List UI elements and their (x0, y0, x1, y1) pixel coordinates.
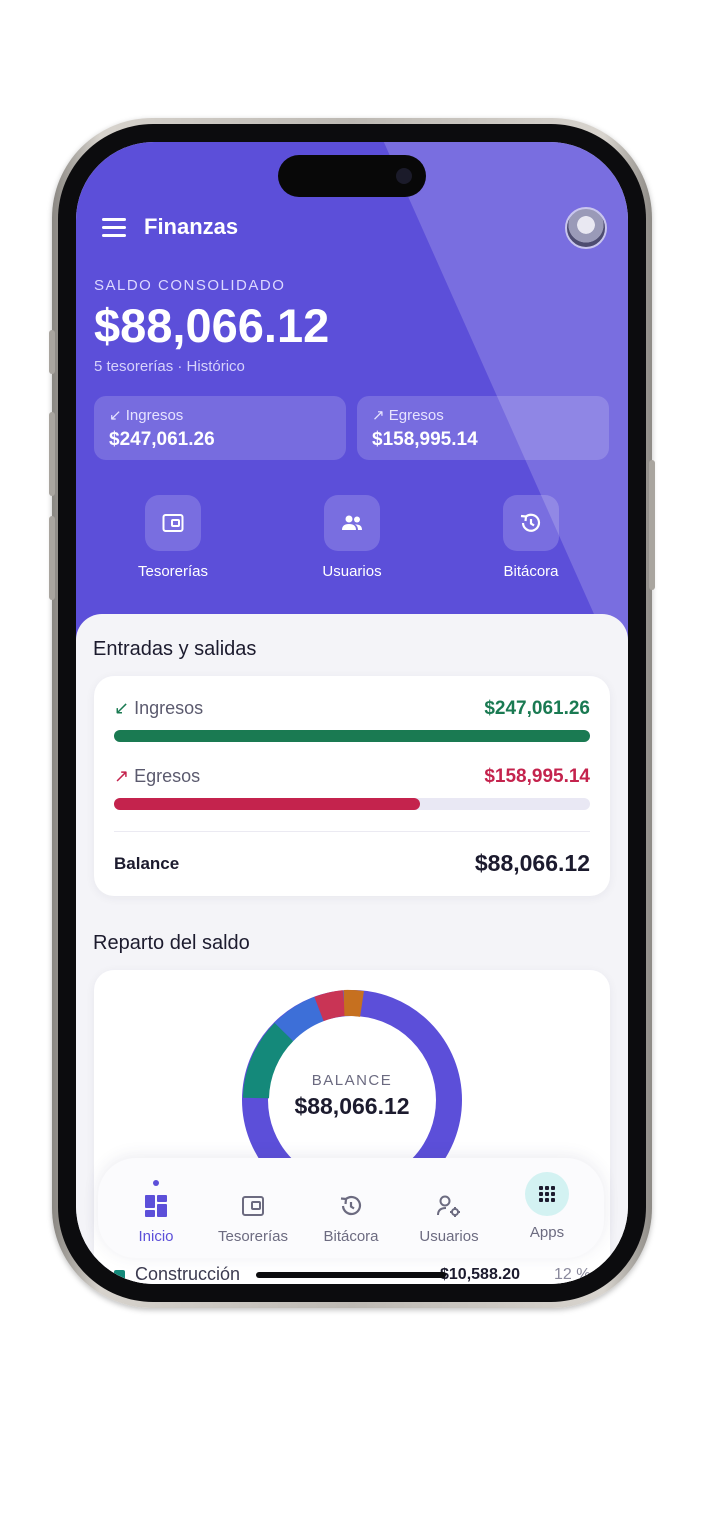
quick-action-label: Tesorerías (137, 563, 209, 580)
ingresos-bar-fill (114, 730, 590, 742)
flows-card: ↙ Ingresos $247,061.26 ↗ Egresos $158,99… (94, 676, 610, 896)
history-icon (503, 495, 559, 551)
app-title: Finanzas (144, 214, 239, 239)
volume-up-button (49, 412, 55, 496)
nav-item-tesorerias[interactable]: Tesorerías (208, 1190, 298, 1245)
dashboard-icon (140, 1190, 172, 1222)
legend-swatch (114, 1270, 125, 1281)
action-button (49, 330, 55, 374)
wallet-icon (145, 495, 201, 551)
balance-label: SALDO CONSOLIDADO (94, 277, 286, 294)
quick-action-bitacora[interactable]: Bitácora (471, 495, 591, 585)
legend-value: $10,588.20 (440, 1266, 521, 1283)
divider (114, 831, 590, 832)
balance-subtitle: 5 tesorerías · Histórico (94, 358, 245, 375)
quick-action-label: Bitácora (503, 563, 559, 580)
home-indicator (256, 1272, 446, 1278)
donut-center-label: BALANCE (311, 1072, 393, 1089)
donut-segment-blue (274, 996, 325, 1042)
users-icon (324, 495, 380, 551)
nav-item-usuarios[interactable]: Usuarios (404, 1190, 494, 1245)
donut-center-value: $88,066.12 (294, 1093, 410, 1119)
legend-name: Construcción (135, 1264, 241, 1284)
arrow-down-left-icon: ↙ (114, 698, 130, 718)
egresos-card[interactable]: ↗ Egresos $158,995.14 (357, 396, 609, 460)
wallet-icon (237, 1190, 269, 1222)
apps-grid-icon (525, 1172, 569, 1216)
ingresos-row-label: ↙ Ingresos (114, 698, 204, 718)
egresos-bar-fill (114, 798, 421, 810)
hero-header: Finanzas SALDO CONSOLIDADO $88,066.12 5 … (76, 142, 628, 802)
bottom-navigation: Inicio Tesorerías Bitácora Usuarios Apps (98, 1158, 604, 1258)
user-avatar[interactable] (565, 207, 607, 249)
balance-row-label: Balance (114, 854, 180, 873)
egresos-card-value: $158,995.14 (372, 429, 478, 450)
egresos-row-value: $158,995.14 (484, 766, 590, 787)
legend-percent: 12 % (554, 1266, 591, 1283)
volume-down-button (49, 516, 55, 600)
ingresos-card-label: ↙ Ingresos (109, 407, 184, 424)
balance-amount: $88,066.12 (94, 299, 330, 352)
ingresos-card[interactable]: ↙ Ingresos $247,061.26 (94, 396, 346, 460)
quick-action-usuarios[interactable]: Usuarios (292, 495, 412, 585)
active-indicator-dot (153, 1180, 159, 1186)
top-bar: Finanzas (102, 207, 607, 249)
donut-center: BALANCE $88,066.12 (252, 1072, 452, 1120)
donut-segment-orange (343, 989, 364, 1017)
nav-label: Tesorerías (217, 1228, 289, 1245)
dynamic-island (278, 155, 426, 197)
ingresos-card-value: $247,061.26 (109, 429, 215, 450)
user-settings-icon (433, 1190, 465, 1222)
nav-label: Apps (529, 1224, 565, 1241)
nav-label: Bitácora (323, 1228, 379, 1245)
hamburger-menu-icon[interactable] (102, 218, 126, 237)
balance-row-value: $88,066.12 (474, 850, 590, 876)
power-button (649, 460, 655, 590)
section-title-flows: Entradas y salidas (93, 638, 257, 660)
ingresos-bar (114, 730, 590, 742)
egresos-card-label: ↗ Egresos (372, 407, 444, 424)
egresos-bar (114, 798, 590, 810)
nav-item-apps[interactable]: Apps (502, 1172, 592, 1241)
nav-item-inicio[interactable]: Inicio (111, 1190, 201, 1245)
nav-label: Inicio (138, 1228, 174, 1245)
arrow-up-right-icon: ↗ (114, 766, 130, 786)
section-title-distribution: Reparto del saldo (93, 932, 250, 954)
egresos-row-label: ↗ Egresos (114, 766, 201, 786)
phone-screen: Finanzas SALDO CONSOLIDADO $88,066.12 5 … (76, 142, 628, 1284)
arrow-up-right-icon: ↗ (372, 407, 385, 424)
history-icon (335, 1190, 367, 1222)
quick-action-label: Usuarios (322, 563, 382, 580)
nav-item-bitacora[interactable]: Bitácora (306, 1190, 396, 1245)
donut-segment-red (314, 990, 346, 1022)
arrow-down-left-icon: ↙ (109, 407, 122, 424)
ingresos-row-value: $247,061.26 (484, 698, 590, 719)
nav-label: Usuarios (419, 1228, 479, 1245)
quick-action-tesorerias[interactable]: Tesorerías (113, 495, 233, 585)
